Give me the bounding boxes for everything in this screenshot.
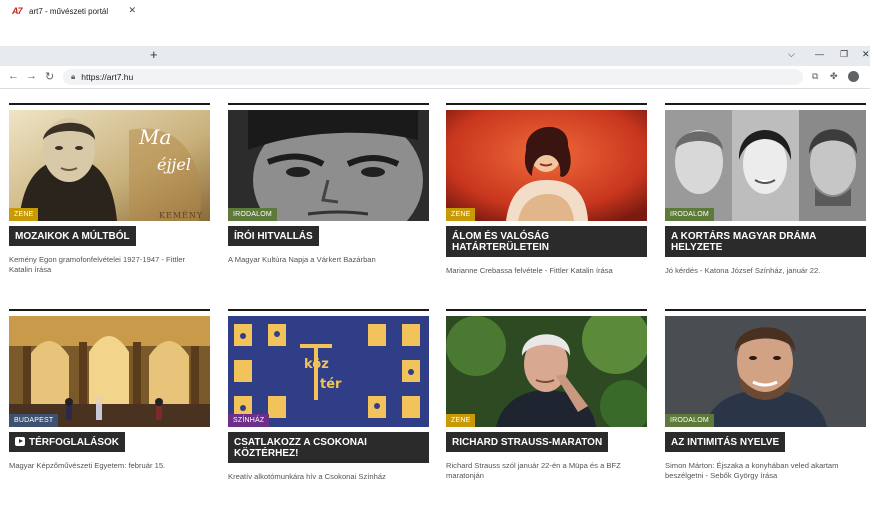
url-text: https://art7.hu [81,72,134,82]
article-thumbnail[interactable]: ZENE [446,316,647,427]
card-divider [446,103,647,105]
article-title[interactable]: MOZAIKOK A MÚLTBÓL [9,226,136,246]
category-badge[interactable]: IRODALOM [665,414,714,427]
card-divider [665,309,866,311]
article-title[interactable]: A KORTÁRS MAGYAR DRÁMA HELYZETE [665,226,866,257]
tab-title: art7 - művészeti portál [29,6,109,16]
tab-close-icon[interactable]: ✕ [128,5,136,16]
article-subtitle: Simon Márton: Éjszaka a konyhában veled … [665,461,839,480]
lock-icon: 🔒︎ [71,72,76,81]
image-caption-kemeny: KEMÉNY [159,211,203,220]
address-bar[interactable]: 🔒︎ https://art7.hu [63,69,803,85]
category-badge[interactable]: ZENE [446,414,476,427]
article-grid: Ma éjjel KEMÉNY ZENE MOZAIKOK A MÚLTBÓL … [0,89,870,530]
profile-avatar-icon[interactable] [848,71,859,82]
article-subtitle: Richard Strauss szól január 22-én a Müpa… [446,461,621,480]
article-thumbnail[interactable]: IRODALOM [228,110,429,221]
article-thumbnail[interactable]: Ma éjjel KEMÉNY ZENE [9,110,210,221]
article-title[interactable]: ÍRÓI HITVALLÁS [228,226,319,246]
article-thumbnail[interactable]: köz tér SZÍNHÁZ [228,316,429,427]
category-badge[interactable]: BUDAPEST [9,414,59,427]
article-thumbnail[interactable]: IRODALOM [665,110,866,221]
article-subtitle: Jó kérdés - Katona József Színház, januá… [665,266,821,275]
image-caption-ejjel: éjjel [157,155,191,174]
category-badge[interactable]: IRODALOM [228,208,277,221]
close-window-icon[interactable]: ✕ [862,49,870,60]
tab-strip [0,46,870,66]
article-thumbnail[interactable]: ZENE [446,110,647,221]
category-badge[interactable]: ZENE [446,208,476,221]
new-tab-icon[interactable]: + [150,48,158,62]
minimize-icon[interactable]: — [815,49,824,59]
card-divider [446,309,647,311]
article-thumbnail[interactable]: BUDAPEST [9,316,210,427]
card-divider [665,103,866,105]
article-title[interactable]: AZ INTIMITÁS NYELVE [665,432,786,452]
extensions-puzzle-icon[interactable]: ✤ [830,71,838,82]
forward-arrow-icon[interactable]: → [26,70,37,82]
card-divider [9,309,210,311]
article-title-text: AZ INTIMITÁS NYELVE [671,437,780,448]
tab-search-chevron-icon[interactable]: ⌵ [788,49,795,60]
category-badge[interactable]: IRODALOM [665,208,714,221]
article-title-text: ÁLOM ÉS VALÓSÁG HATÁRTERÜLETEIN [452,231,550,253]
image-caption-ma: Ma [138,125,171,149]
maximize-icon[interactable]: ❐ [840,49,848,60]
article-title[interactable]: TÉRFOGLALÁSOK [9,432,125,452]
translate-icon[interactable]: ⧉ [812,71,818,82]
article-subtitle: Magyar Képzőművészeti Egyetem: február 1… [9,461,166,470]
article-title-text: TÉRFOGLALÁSOK [29,437,119,448]
article-thumbnail[interactable]: IRODALOM [665,316,866,427]
article-title-text: ÍRÓI HITVALLÁS [234,231,313,242]
article-title-text: CSATLAKOZZ A CSOKONAI KÖZTÉRHEZ! [234,437,367,459]
article-title-text: RICHARD STRAUSS-MARATON [452,437,603,448]
article-title[interactable]: CSATLAKOZZ A CSOKONAI KÖZTÉRHEZ! [228,432,429,463]
site-favicon-icon: A7 [12,6,23,16]
browser-tab[interactable]: A7 art7 - művészeti portál ✕ [4,2,141,20]
article-subtitle: Kreatív alkotómunkára hív a Csokonai Szí… [228,472,386,481]
video-play-icon [15,437,25,446]
card-divider [9,103,210,105]
reload-icon[interactable]: ↻ [45,70,54,83]
category-badge[interactable]: ZENE [9,208,39,221]
article-title[interactable]: RICHARD STRAUSS-MARATON [446,432,609,452]
card-divider [228,103,429,105]
card-divider [228,309,429,311]
category-badge[interactable]: SZÍNHÁZ [228,414,270,427]
article-title-text: A KORTÁRS MAGYAR DRÁMA HELYZETE [671,231,816,253]
back-arrow-icon[interactable]: ← [8,70,19,82]
image-caption-koz: köz [304,357,329,372]
article-subtitle: A Magyar Kultúra Napja a Várkert Bazárba… [228,255,376,264]
article-subtitle: Kemény Egon gramofonfelvételei 1927-1947… [9,255,186,274]
article-title[interactable]: ÁLOM ÉS VALÓSÁG HATÁRTERÜLETEIN [446,226,647,257]
article-title-text: MOZAIKOK A MÚLTBÓL [15,231,130,242]
article-subtitle: Marianne Crebassa felvétele - Fittler Ka… [446,266,613,275]
image-caption-ter: tér [320,377,342,392]
